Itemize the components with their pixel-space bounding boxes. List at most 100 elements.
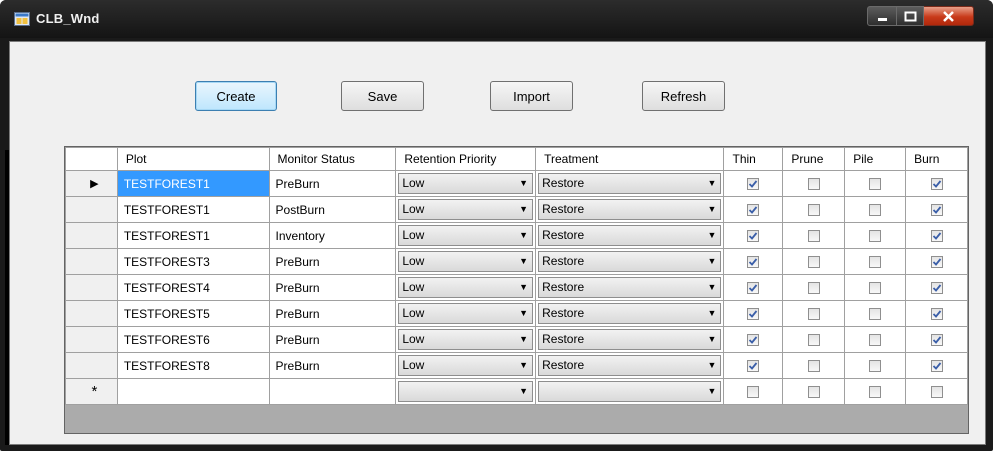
create-button[interactable]: Create [195,81,277,111]
column-header-treatment[interactable]: Treatment [535,147,725,171]
row-header[interactable] [65,274,118,301]
plot-cell[interactable]: TESTFOREST6 [116,326,270,353]
dropdown-arrow-icon[interactable]: ▼ [515,304,532,323]
pile-checkbox[interactable] [869,204,882,217]
thin-checkbox[interactable] [747,386,760,399]
dropdown-arrow-icon[interactable]: ▼ [703,356,720,375]
prune-checkbox[interactable] [807,334,820,347]
pile-checkbox[interactable] [869,256,882,269]
treatment-dropdown[interactable]: Restore ▼ [538,199,722,220]
burn-checkbox[interactable] [930,360,943,373]
thin-cell[interactable] [723,196,784,223]
burn-checkbox[interactable] [930,334,943,347]
pile-cell[interactable] [844,170,907,197]
dropdown-arrow-icon[interactable]: ▼ [703,278,720,297]
treatment-dropdown[interactable]: Restore ▼ [538,277,722,298]
burn-checkbox[interactable] [930,256,943,269]
prune-checkbox[interactable] [807,386,820,399]
retention-priority-cell[interactable]: Low ▼ [395,222,537,249]
retention-priority-cell[interactable]: ▼ [395,378,537,405]
plot-cell[interactable]: TESTFOREST1 [116,170,270,197]
table-row[interactable]: TESTFOREST6 PreBurn Low ▼ Restore ▼ [65,326,968,353]
dropdown-arrow-icon[interactable]: ▼ [703,174,720,193]
close-button[interactable] [924,6,974,26]
monitor-status-cell[interactable]: PreBurn [268,352,397,379]
new-row[interactable]: * ▼ ▼ [65,378,968,405]
burn-checkbox[interactable] [930,282,943,295]
prune-cell[interactable] [782,378,846,405]
prune-checkbox[interactable] [807,360,820,373]
retention-priority-dropdown[interactable]: Low ▼ [398,277,534,298]
prune-checkbox[interactable] [807,256,820,269]
burn-checkbox[interactable] [930,230,943,243]
table-row[interactable]: TESTFOREST1 Inventory Low ▼ Restore ▼ [65,222,968,249]
row-header[interactable] [65,222,118,249]
new-row-asterisk-icon[interactable]: * [65,378,118,405]
prune-cell[interactable] [782,326,846,353]
treatment-cell[interactable]: Restore ▼ [535,170,725,197]
thin-checkbox[interactable] [747,360,760,373]
burn-cell[interactable] [905,222,968,249]
monitor-status-cell[interactable]: PreBurn [268,326,397,353]
pile-checkbox[interactable] [869,386,882,399]
retention-priority-dropdown[interactable]: Low ▼ [398,329,534,350]
row-header[interactable] [65,300,118,327]
burn-checkbox[interactable] [930,204,943,217]
row-header[interactable] [65,248,118,275]
treatment-dropdown[interactable]: Restore ▼ [538,303,722,324]
refresh-button[interactable]: Refresh [642,81,725,111]
plot-cell[interactable] [116,378,270,405]
dropdown-arrow-icon[interactable]: ▼ [703,382,720,401]
treatment-cell[interactable]: Restore ▼ [535,326,725,353]
pile-cell[interactable] [844,352,907,379]
retention-priority-dropdown[interactable]: Low ▼ [398,199,534,220]
prune-cell[interactable] [782,300,846,327]
plot-cell[interactable]: TESTFOREST1 [116,222,270,249]
burn-cell[interactable] [905,248,968,275]
treatment-dropdown[interactable]: Restore ▼ [538,329,722,350]
minimize-button[interactable] [867,6,897,26]
row-header[interactable] [65,196,118,223]
monitor-status-cell[interactable]: Inventory [268,222,397,249]
retention-priority-dropdown[interactable]: Low ▼ [398,225,534,246]
table-row[interactable]: TESTFOREST8 PreBurn Low ▼ Restore ▼ [65,352,968,379]
monitor-status-cell[interactable]: PostBurn [268,196,397,223]
pile-cell[interactable] [844,196,907,223]
maximize-button[interactable] [897,6,924,26]
thin-cell[interactable] [723,222,784,249]
retention-priority-dropdown[interactable]: Low ▼ [398,355,534,376]
pile-checkbox[interactable] [869,230,882,243]
pile-checkbox[interactable] [869,334,882,347]
burn-cell[interactable] [905,352,968,379]
burn-cell[interactable] [905,274,968,301]
prune-checkbox[interactable] [807,282,820,295]
retention-priority-dropdown[interactable]: Low ▼ [398,251,534,272]
treatment-cell[interactable]: Restore ▼ [535,248,725,275]
thin-cell[interactable] [723,326,784,353]
plot-cell[interactable]: TESTFOREST3 [116,248,270,275]
row-header[interactable] [65,326,118,353]
treatment-cell[interactable]: Restore ▼ [535,274,725,301]
monitor-status-cell[interactable]: PreBurn [268,170,397,197]
pile-checkbox[interactable] [869,308,882,321]
column-header-retention-priority[interactable]: Retention Priority [395,147,537,171]
thin-checkbox[interactable] [747,282,760,295]
plot-cell[interactable]: TESTFOREST8 [116,352,270,379]
dropdown-arrow-icon[interactable]: ▼ [515,252,532,271]
thin-cell[interactable] [723,300,784,327]
thin-checkbox[interactable] [747,230,760,243]
monitor-status-cell[interactable]: PreBurn [268,274,397,301]
burn-cell[interactable] [905,300,968,327]
table-row[interactable]: TESTFOREST5 PreBurn Low ▼ Restore ▼ [65,300,968,327]
dropdown-arrow-icon[interactable]: ▼ [703,200,720,219]
burn-checkbox[interactable] [930,386,943,399]
column-header-burn[interactable]: Burn [905,147,968,171]
thin-cell[interactable] [723,170,784,197]
monitor-status-cell[interactable]: PreBurn [268,300,397,327]
dropdown-arrow-icon[interactable]: ▼ [515,278,532,297]
thin-checkbox[interactable] [747,334,760,347]
pile-cell[interactable] [844,300,907,327]
dropdown-arrow-icon[interactable]: ▼ [515,356,532,375]
treatment-cell[interactable]: Restore ▼ [535,300,725,327]
thin-checkbox[interactable] [747,178,760,191]
